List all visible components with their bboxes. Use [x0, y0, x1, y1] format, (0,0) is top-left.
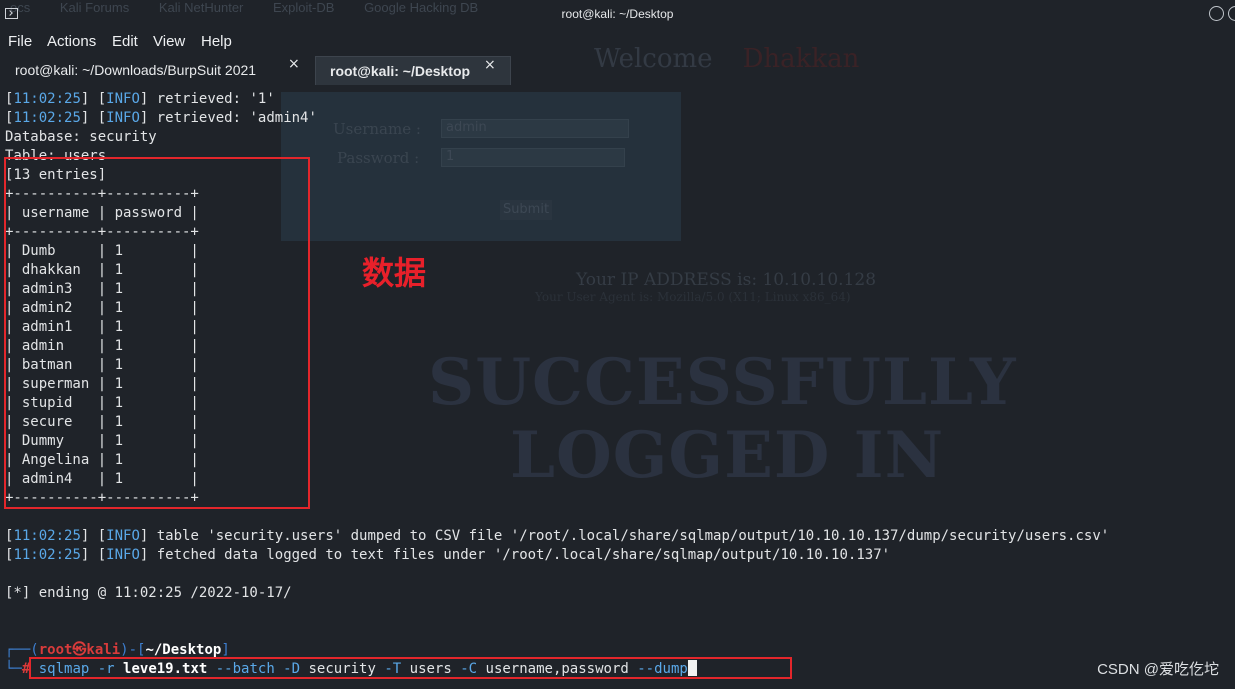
password-label: Password :: [337, 149, 420, 167]
username-field: admin: [441, 119, 629, 138]
data-highlight-box: [4, 157, 310, 509]
tab-burpsuit[interactable]: root@kali: ~/Downloads/BurpSuit 2021 ×: [1, 56, 313, 85]
login-form: Username : admin Password : 1 Submit: [281, 92, 681, 241]
database-line: Database: security: [5, 129, 157, 145]
menu-help[interactable]: Help: [201, 33, 232, 50]
ending-line: [*] ending @ 11:02:25 /2022-10-17/: [5, 585, 292, 601]
log-line: [11:02:25] [INFO] fetched data logged to…: [5, 547, 891, 563]
username-label: Username :: [333, 120, 421, 138]
user-agent-text: Your User Agent is: Mozilla/5.0 (X11; Li…: [535, 290, 851, 304]
menu-actions[interactable]: Actions: [47, 33, 96, 50]
menu-file[interactable]: File: [8, 33, 32, 50]
menu-bar: File Actions Edit View Help: [0, 30, 1235, 54]
tab-label: root@kali: ~/Downloads/BurpSuit 2021: [15, 62, 257, 78]
log-line: [11:02:25] [INFO] table 'security.users'…: [5, 528, 1110, 544]
submit-button: Submit: [500, 200, 552, 220]
tab-label: root@kali: ~/Desktop: [330, 63, 471, 79]
tab-bar: root@kali: ~/Downloads/BurpSuit 2021 × r…: [0, 56, 1235, 85]
menu-view[interactable]: View: [153, 33, 185, 50]
annotation-label: 数据: [362, 254, 427, 292]
tab-desktop[interactable]: root@kali: ~/Desktop ×: [315, 56, 511, 85]
window-title: root@kali: ~/Desktop: [561, 7, 674, 21]
prompt-user: root㉿kali: [38, 642, 121, 658]
command-highlight-box: [29, 657, 792, 679]
watermark: CSDN @爱吃仡坨: [1097, 661, 1219, 678]
minimize-button[interactable]: [1209, 6, 1224, 21]
close-icon[interactable]: ×: [484, 57, 496, 73]
close-icon[interactable]: ×: [288, 56, 300, 72]
success-line-2: LOGGED IN: [510, 418, 945, 493]
password-field: 1: [441, 148, 625, 167]
prompt-dir: ~/Desktop: [145, 642, 222, 658]
menu-edit[interactable]: Edit: [112, 33, 138, 50]
log-line: [11:02:25] [INFO] retrieved: 'admin4': [5, 110, 317, 126]
ip-address-text: Your IP ADDRESS is: 10.10.10.128: [576, 270, 877, 290]
title-bar: root@kali: ~/Desktop: [0, 0, 1235, 30]
success-line-1: SUCCESSFULLY: [428, 345, 1017, 420]
log-line: [11:02:25] [INFO] retrieved: '1': [5, 91, 275, 107]
